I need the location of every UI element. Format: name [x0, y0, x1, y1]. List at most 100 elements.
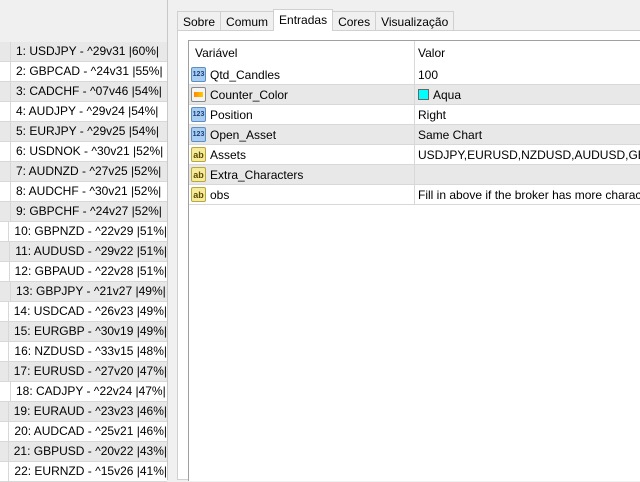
value-cell[interactable] [415, 165, 640, 184]
value-cell[interactable]: USDJPY,EURUSD,NZDUSD,AUDUSD,GB... [415, 145, 640, 164]
color-swatch [418, 89, 429, 100]
ranking-text: 4: AUDJPY - ^29v24 |54%| [16, 104, 159, 118]
indicator-properties-dialog: Sobre Comum Entradas Cores Visualização Vari… [167, 0, 640, 481]
row-gutter [0, 322, 9, 341]
variable-value: Same Chart [418, 127, 483, 142]
ranking-text: 9: GBPCHF - ^24v27 |52%| [16, 204, 162, 218]
ranking-text: 7: AUDNZD - ^27v25 |52%| [16, 164, 162, 178]
ranking-row[interactable]: 5: EURJPY - ^29v25 |54%| [0, 122, 167, 142]
tab-comum[interactable]: Comum [220, 11, 275, 31]
ranking-row[interactable]: 14: USDCAD - ^26v23 |49%| [0, 302, 167, 322]
row-gutter [0, 82, 11, 101]
ranking-text: 12: GBPAUD - ^22v28 |51%| [14, 264, 167, 278]
ranking-row[interactable]: 19: EURAUD - ^23v23 |46%| [0, 402, 167, 422]
ranking-row[interactable]: 3: CADCHF - ^07v46 |54%| [0, 82, 167, 102]
ranking-row[interactable]: 1: USDJPY - ^29v31 |60%| [0, 42, 167, 62]
number-type-icon: 123 [191, 107, 206, 122]
ranking-text: 3: CADCHF - ^07v46 |54%| [16, 84, 162, 98]
ranking-row[interactable]: 4: AUDJPY - ^29v24 |54%| [0, 102, 167, 122]
tab-sobre[interactable]: Sobre [177, 11, 222, 31]
ranking-text: 14: USDCAD - ^26v23 |49%| [13, 304, 167, 318]
ranking-row[interactable]: 21: GBPUSD - ^20v22 |43%| [0, 442, 167, 462]
string-type-icon: ab [191, 167, 206, 182]
row-gutter [0, 202, 11, 221]
string-type-icon: ab [191, 187, 206, 202]
row-gutter [0, 182, 11, 201]
row-gutter [0, 282, 11, 301]
ranking-row[interactable]: 8: AUDCHF - ^30v21 |52%| [0, 182, 167, 202]
input-row[interactable]: 123 Open_Asset Same Chart [189, 125, 640, 145]
row-gutter [0, 382, 11, 401]
color-type-icon [191, 87, 206, 102]
ranking-row[interactable]: 12: GBPAUD - ^22v28 |51%| [0, 262, 167, 282]
variable-cell: 123 Qtd_Candles [189, 65, 415, 84]
ranking-row[interactable]: 15: EURGBP - ^30v19 |49%| [0, 322, 167, 342]
number-type-icon: 123 [191, 127, 206, 142]
variable-value: Aqua [433, 87, 462, 102]
ranking-row[interactable]: 16: NZDUSD - ^33v15 |48%| [0, 342, 167, 362]
ranking-row[interactable]: 9: GBPCHF - ^24v27 |52%| [0, 202, 167, 222]
variable-value: Right [418, 107, 447, 122]
value-cell[interactable]: Same Chart [415, 125, 640, 144]
row-gutter [0, 442, 9, 461]
ranking-row[interactable]: 6: USDNOK - ^30v21 |52%| [0, 142, 167, 162]
ranking-row[interactable]: 11: AUDUSD - ^29v22 |51%| [0, 242, 167, 262]
ranking-row[interactable]: 13: GBPJPY - ^21v27 |49%| [0, 282, 167, 302]
header-variable[interactable]: Variável [189, 41, 415, 65]
ranking-row[interactable]: 18: CADJPY - ^22v24 |47%| [0, 382, 167, 402]
row-gutter [0, 222, 10, 241]
variable-cell: ab Extra_Characters [189, 165, 415, 184]
header-value[interactable]: Valor [415, 41, 640, 65]
input-row[interactable]: 123 Qtd_Candles 100 [189, 65, 640, 85]
row-gutter [0, 402, 9, 421]
value-cell[interactable]: 100 [415, 65, 640, 84]
row-gutter [0, 462, 10, 481]
variable-name: Open_Asset [210, 127, 277, 142]
variable-value: USDJPY,EURUSD,NZDUSD,AUDUSD,GB... [418, 147, 640, 162]
input-row[interactable]: ab Extra_Characters [189, 165, 640, 185]
inputs-panel: Variável Valor 123 Qtd_Candles 100 Counter_… [177, 30, 640, 481]
ranking-text: 2: GBPCAD - ^24v31 |55%| [16, 64, 163, 78]
variable-cell: Counter_Color [189, 85, 415, 104]
value-cell[interactable]: Fill in above if the broker has more cha… [415, 185, 640, 204]
input-row[interactable]: 123 Position Right [189, 105, 640, 125]
string-type-icon: ab [191, 147, 206, 162]
input-row[interactable]: ab obs Fill in above if the broker has mor… [189, 185, 640, 205]
value-cell[interactable]: Right [415, 105, 640, 124]
variable-cell: ab Assets [189, 145, 415, 164]
tab-cores[interactable]: Cores [332, 11, 377, 31]
ranking-row[interactable]: 20: AUDCAD - ^25v21 |46%| [0, 422, 167, 442]
number-type-icon: 123 [191, 67, 206, 82]
ranking-text: 16: NZDUSD - ^33v15 |48%| [14, 344, 167, 358]
ranking-row[interactable]: 10: GBPNZD - ^22v29 |51%| [0, 222, 167, 242]
variable-value: Fill in above if the broker has more cha… [418, 187, 640, 202]
row-gutter [0, 342, 10, 361]
ranking-text: 11: AUDUSD - ^29v22 |51%| [15, 244, 167, 258]
variable-value: 100 [418, 67, 439, 82]
variable-name: obs [210, 187, 230, 202]
variable-name: Position [210, 107, 253, 122]
variable-name: Assets [210, 147, 247, 162]
ranking-text: 5: EURJPY - ^29v25 |54%| [16, 124, 160, 138]
ranking-row[interactable]: 2: GBPCAD - ^24v31 |55%| [0, 62, 167, 82]
ranking-text: 17: EURUSD - ^27v20 |47%| [13, 364, 167, 378]
ranking-list: 1: USDJPY - ^29v31 |60%| 2: GBPCAD - ^24v… [0, 42, 167, 482]
ranking-text: 6: USDNOK - ^30v21 |52%| [16, 144, 164, 158]
tab-visualização[interactable]: Visualização [375, 11, 455, 31]
value-cell[interactable]: Aqua [415, 85, 640, 104]
variable-name: Qtd_Candles [210, 67, 281, 82]
input-row[interactable]: Counter_Color Aqua [189, 85, 640, 105]
variable-cell: 123 Position [189, 105, 415, 124]
grid-header: Variável Valor [189, 41, 640, 65]
variable-cell: 123 Open_Asset [189, 125, 415, 144]
ranking-row[interactable]: 7: AUDNZD - ^27v25 |52%| [0, 162, 167, 182]
ranking-row[interactable]: 17: EURUSD - ^27v20 |47%| [0, 362, 167, 382]
ranking-text: 8: AUDCHF - ^30v21 |52%| [16, 184, 162, 198]
tab-entradas[interactable]: Entradas [273, 9, 334, 31]
tab-bar: Sobre Comum Entradas Cores Visualização [177, 9, 455, 31]
ranking-text: 21: GBPUSD - ^20v22 |43%| [13, 444, 167, 458]
input-row[interactable]: ab Assets USDJPY,EURUSD,NZDUSD,AUDUSD,GB..… [189, 145, 640, 165]
inputs-grid: Variável Valor 123 Qtd_Candles 100 Counter_… [188, 40, 640, 481]
row-gutter [0, 362, 9, 381]
ranking-row[interactable]: 22: EURNZD - ^15v26 |41%| [0, 462, 167, 482]
